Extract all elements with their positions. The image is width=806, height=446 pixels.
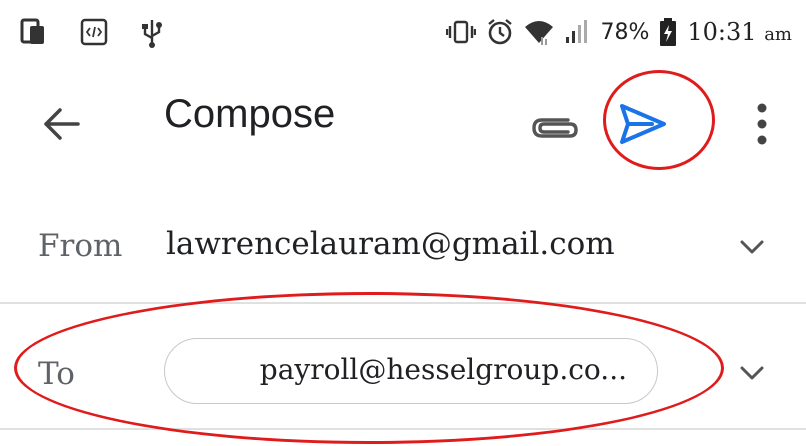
divider xyxy=(0,302,806,304)
battery-percent: 78% xyxy=(600,19,650,45)
from-row: From lawrencelauram@gmail.com xyxy=(0,200,806,304)
from-account[interactable]: lawrencelauram@gmail.com xyxy=(166,226,615,262)
send-icon[interactable] xyxy=(612,94,672,154)
signal-icon xyxy=(566,20,588,43)
from-label: From xyxy=(38,228,123,264)
screen-mirror-icon xyxy=(20,18,44,44)
page-title: Compose xyxy=(164,92,336,136)
paperclip-icon[interactable] xyxy=(526,98,582,150)
to-row: To payroll@hesselgroup.co... xyxy=(0,312,806,430)
chevron-down-icon[interactable] xyxy=(738,364,766,382)
status-bar: 78% 10:31 am xyxy=(0,0,806,64)
usb-icon xyxy=(142,20,162,48)
vibrate-icon xyxy=(446,20,477,44)
alarm-clock-icon xyxy=(488,19,513,45)
chevron-down-icon[interactable] xyxy=(738,238,766,256)
recipient-address: payroll@hesselgroup.co... xyxy=(259,353,627,386)
battery-charging-icon xyxy=(660,18,677,46)
clock: 10:31 am xyxy=(687,18,792,46)
recipient-chip[interactable]: payroll@hesselgroup.co... xyxy=(164,338,658,404)
to-label: To xyxy=(38,356,75,392)
developer-code-icon xyxy=(80,18,108,46)
divider xyxy=(0,428,806,430)
back-arrow-icon[interactable] xyxy=(34,96,90,152)
app-bar: Compose xyxy=(0,74,806,170)
wifi-icon xyxy=(525,21,554,45)
more-vert-icon[interactable] xyxy=(738,96,786,152)
